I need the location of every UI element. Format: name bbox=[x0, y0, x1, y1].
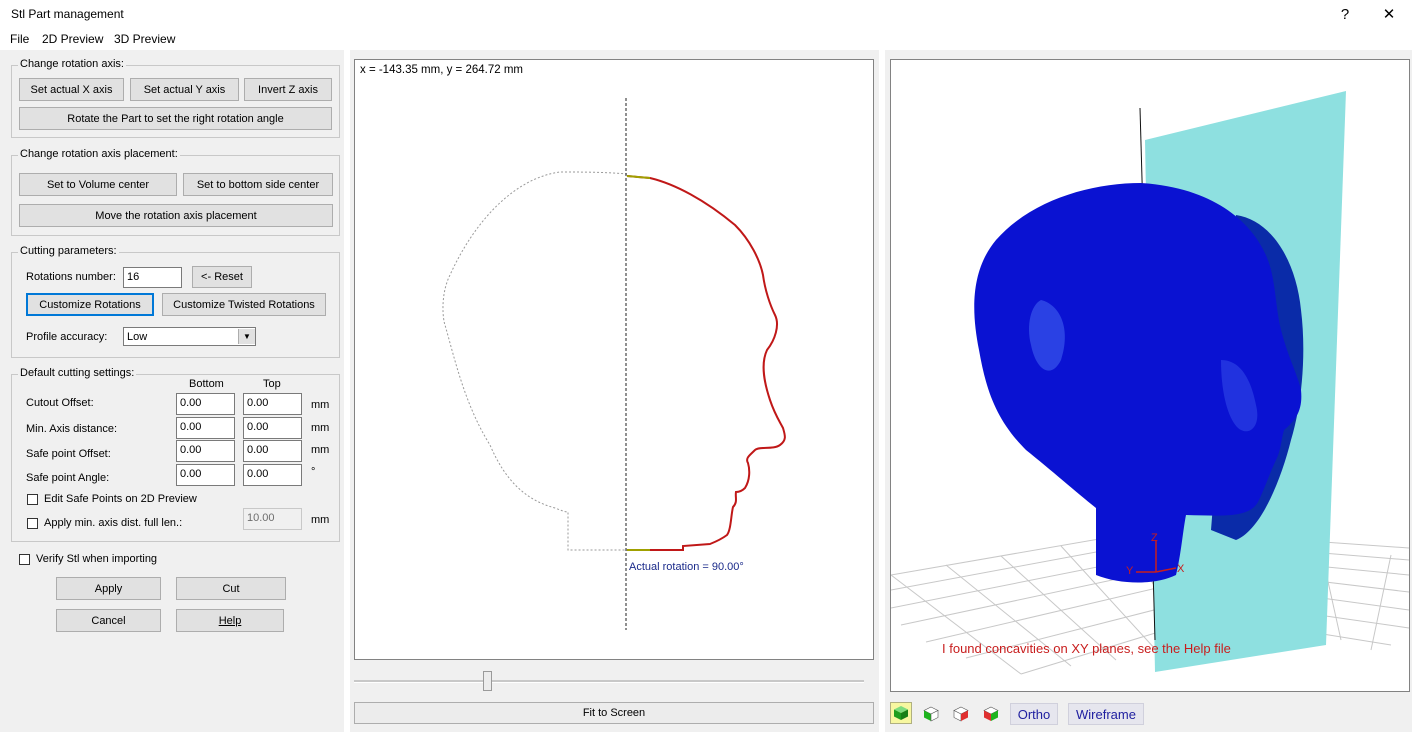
min-axis-label: Min. Axis distance: bbox=[26, 423, 118, 435]
wireframe-button[interactable]: Wireframe bbox=[1068, 703, 1144, 725]
bottom-column-header: Bottom bbox=[189, 378, 224, 390]
safe-offset-label: Safe point Offset: bbox=[26, 448, 111, 460]
min-axis-top[interactable]: 0.00 bbox=[243, 417, 302, 439]
accuracy-label: Profile accuracy: bbox=[26, 331, 108, 343]
profile-canvas bbox=[442, 98, 786, 630]
cutout-offset-bottom[interactable]: 0.00 bbox=[176, 393, 235, 415]
ortho-button[interactable]: Ortho bbox=[1010, 703, 1058, 725]
coords-readout: x = -143.35 mm, y = 264.72 mm bbox=[360, 64, 523, 76]
safe-angle-unit: ° bbox=[311, 466, 316, 478]
apply-min-axis-label: Apply min. axis dist. full len.: bbox=[44, 517, 183, 529]
concavity-warning: I found concavities on XY planes, see th… bbox=[942, 641, 1231, 656]
verify-stl-label: Verify Stl when importing bbox=[36, 553, 158, 565]
safe-angle-label: Safe point Angle: bbox=[26, 472, 110, 484]
cutting-title: Cutting parameters: bbox=[18, 245, 119, 257]
model-3d-canvas bbox=[891, 91, 1409, 675]
cutout-offset-unit: mm bbox=[311, 399, 330, 411]
rotations-label: Rotations number: bbox=[26, 271, 116, 283]
view-top-icon[interactable] bbox=[980, 703, 1002, 725]
apply-button[interactable]: Apply bbox=[56, 577, 161, 600]
cut-button[interactable]: Cut bbox=[176, 577, 286, 600]
invert-z-axis-button[interactable]: Invert Z axis bbox=[244, 78, 332, 101]
view-side-icon[interactable] bbox=[950, 703, 972, 725]
menu-2d-preview[interactable]: 2D Preview bbox=[42, 32, 103, 46]
axis-z-label: Z bbox=[1151, 532, 1158, 544]
fit-screen-button[interactable]: Fit to Screen bbox=[354, 702, 874, 724]
part-profile-curve bbox=[626, 175, 786, 551]
safe-angle-top[interactable]: 0.00 bbox=[243, 464, 302, 486]
min-axis-full-input[interactable]: 10.00 bbox=[243, 508, 302, 530]
top-column-header: Top bbox=[263, 378, 281, 390]
preview-2d-panel[interactable]: x = -143.35 mm, y = 264.72 mm Actual rot… bbox=[354, 59, 874, 660]
left-splitter[interactable] bbox=[344, 50, 350, 732]
help-title-button[interactable]: ? bbox=[1322, 0, 1368, 30]
volume-center-button[interactable]: Set to Volume center bbox=[19, 173, 177, 196]
min-axis-bottom[interactable]: 0.00 bbox=[176, 417, 235, 439]
mirror-profile-outline bbox=[442, 171, 628, 551]
edit-safe-points-checkbox[interactable] bbox=[27, 494, 38, 505]
axis-placement-title: Change rotation axis placement: bbox=[18, 148, 180, 160]
safe-angle-bottom[interactable]: 0.00 bbox=[176, 464, 235, 486]
rotation-readout: Actual rotation = 90.00° bbox=[629, 561, 744, 573]
reset-button[interactable]: <- Reset bbox=[192, 266, 252, 288]
axis-y-label: Y bbox=[1126, 565, 1134, 577]
set-x-axis-button[interactable]: Set actual X axis bbox=[19, 78, 124, 101]
title-bar bbox=[0, 0, 1412, 30]
safe-offset-unit: mm bbox=[311, 444, 330, 456]
window-title: Stl Part management bbox=[11, 7, 124, 21]
cutout-offset-label: Cutout Offset: bbox=[26, 397, 94, 409]
preview-3d-panel[interactable]: Z X Y I found concavities on XY planes, … bbox=[890, 59, 1410, 692]
cutout-offset-top[interactable]: 0.00 bbox=[243, 393, 302, 415]
set-y-axis-button[interactable]: Set actual Y axis bbox=[130, 78, 239, 101]
move-axis-button[interactable]: Move the rotation axis placement bbox=[19, 204, 333, 227]
view-iso-icon[interactable] bbox=[890, 702, 912, 724]
verify-stl-checkbox[interactable] bbox=[19, 554, 30, 565]
safe-offset-bottom[interactable]: 0.00 bbox=[176, 440, 235, 462]
menu-file[interactable]: File bbox=[10, 32, 29, 46]
edit-safe-points-label: Edit Safe Points on 2D Preview bbox=[44, 493, 197, 505]
top-safe-point-mark bbox=[626, 175, 651, 179]
rotation-slider-thumb[interactable] bbox=[482, 671, 492, 691]
rotation-axis-title: Change rotation axis: bbox=[18, 58, 126, 70]
min-axis-unit: mm bbox=[311, 422, 330, 434]
defaults-title: Default cutting settings: bbox=[18, 367, 137, 379]
accuracy-select[interactable]: Low bbox=[123, 327, 256, 346]
rotation-slider-track[interactable] bbox=[354, 680, 864, 683]
right-splitter[interactable] bbox=[879, 50, 885, 732]
rotate-part-button[interactable]: Rotate the Part to set the right rotatio… bbox=[19, 107, 332, 130]
customize-rotations-button[interactable]: Customize Rotations bbox=[26, 293, 154, 316]
view-front-icon[interactable] bbox=[920, 703, 942, 725]
safe-offset-top[interactable]: 0.00 bbox=[243, 440, 302, 462]
help-button[interactable]: Help bbox=[176, 609, 284, 632]
close-button[interactable]: ✕ bbox=[1366, 0, 1412, 30]
min-axis-full-unit: mm bbox=[311, 514, 330, 526]
rotations-input[interactable]: 16 bbox=[123, 267, 182, 288]
apply-min-axis-checkbox[interactable] bbox=[27, 518, 38, 529]
bottom-center-button[interactable]: Set to bottom side center bbox=[183, 173, 333, 196]
customize-twisted-button[interactable]: Customize Twisted Rotations bbox=[162, 293, 326, 316]
chevron-down-icon[interactable]: ▼ bbox=[238, 329, 255, 344]
menu-bar bbox=[0, 30, 1412, 50]
axis-x-label: X bbox=[1177, 563, 1185, 575]
menu-3d-preview[interactable]: 3D Preview bbox=[114, 32, 175, 46]
cancel-button[interactable]: Cancel bbox=[56, 609, 161, 632]
